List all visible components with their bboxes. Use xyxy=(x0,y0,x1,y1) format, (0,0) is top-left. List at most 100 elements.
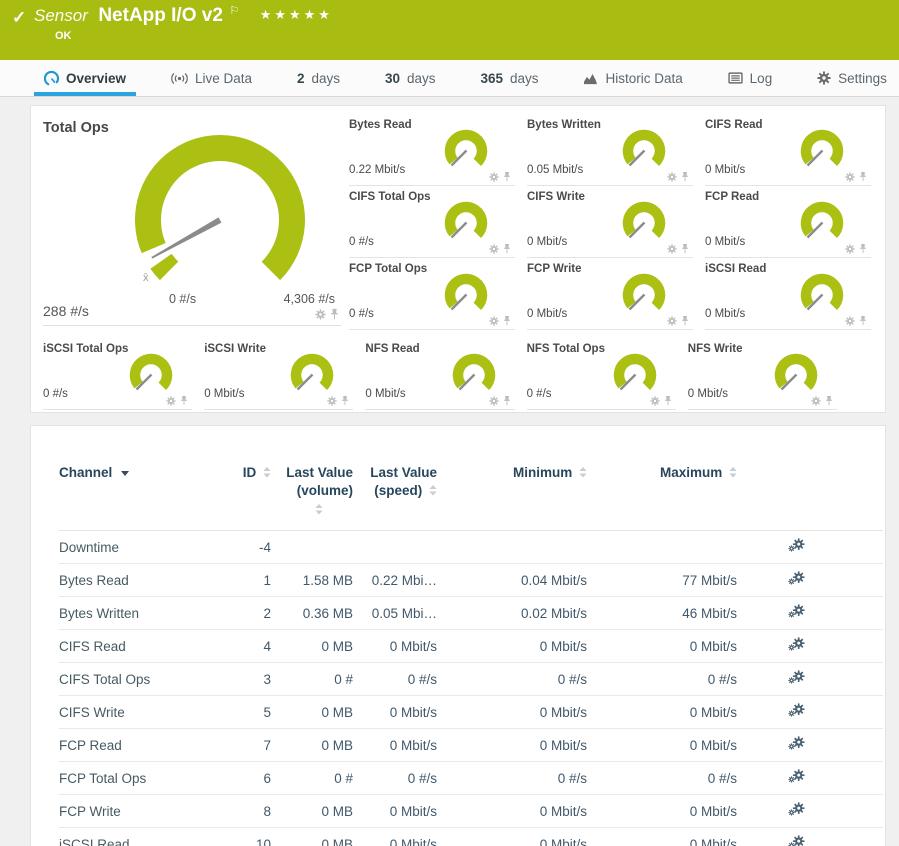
gauge-chart xyxy=(615,197,673,247)
col-header-id[interactable]: ID xyxy=(219,464,271,531)
minimum-value: 0 Mbit/s xyxy=(437,630,587,663)
gauge-tile: CIFS Total Ops 0 #/s xyxy=(349,186,515,258)
channel-settings-gears-icon[interactable] xyxy=(788,736,805,751)
gear-icon[interactable] xyxy=(489,396,499,406)
last-value-volume: 0 MB xyxy=(271,729,353,762)
gear-icon[interactable] xyxy=(327,396,337,406)
pin-icon[interactable] xyxy=(503,315,511,326)
channel-id: 5 xyxy=(219,696,271,729)
sort-desc-icon xyxy=(121,471,129,476)
gauge-tile: Bytes Read 0.22 Mbit/s xyxy=(349,114,515,186)
gear-icon[interactable] xyxy=(166,396,176,406)
col-header-maximum[interactable]: Maximum xyxy=(587,464,737,531)
channel-settings-gears-icon[interactable] xyxy=(788,835,805,846)
gear-icon[interactable] xyxy=(489,244,499,254)
channel-settings-gears-icon[interactable] xyxy=(788,538,805,553)
tab-30-days[interactable]: 30 days xyxy=(381,60,440,96)
channel-settings-gears-icon[interactable] xyxy=(788,769,805,784)
gauge-tile: NFS Total Ops 0 #/s xyxy=(527,338,676,410)
total-ops-gauge-chart: x̄ xyxy=(105,128,335,300)
gear-icon[interactable] xyxy=(811,396,821,406)
gear-icon[interactable] xyxy=(315,309,326,320)
tab-live-data[interactable]: Live Data xyxy=(167,60,256,96)
gear-icon[interactable] xyxy=(845,316,855,326)
pin-icon[interactable] xyxy=(341,395,349,406)
gauge-chart xyxy=(122,349,180,399)
maximum-value: 0 Mbit/s xyxy=(587,828,737,846)
pin-icon[interactable] xyxy=(681,315,689,326)
gear-icon[interactable] xyxy=(845,172,855,182)
channel-name: Bytes Written xyxy=(59,597,219,630)
flag-icon[interactable]: ⚐ xyxy=(229,5,239,17)
sort-icon xyxy=(315,504,323,515)
channel-settings-gears-icon[interactable] xyxy=(788,571,805,586)
channel-name: Downtime xyxy=(59,531,219,564)
gear-icon[interactable] xyxy=(667,316,677,326)
channel-name: FCP Read xyxy=(59,729,219,762)
tab-label: days xyxy=(311,71,340,86)
gear-icon[interactable] xyxy=(650,396,660,406)
channel-settings-gears-icon[interactable] xyxy=(788,802,805,817)
gear-icon[interactable] xyxy=(667,244,677,254)
col-label: Last Value (speed) xyxy=(370,465,437,498)
channel-settings-gears-icon[interactable] xyxy=(788,703,805,718)
gauge-tile: CIFS Read 0 Mbit/s xyxy=(705,114,871,186)
tab-settings[interactable]: Settings xyxy=(813,60,891,96)
channel-name: Bytes Read xyxy=(59,564,219,597)
pin-icon[interactable] xyxy=(859,315,867,326)
average-marker: x̄ xyxy=(143,272,149,284)
gear-icon[interactable] xyxy=(489,172,499,182)
last-value-speed: 0 Mbit/s xyxy=(353,828,437,846)
col-header-last-value-volume[interactable]: Last Value (volume) xyxy=(271,464,353,531)
maximum-value: 0 Mbit/s xyxy=(587,696,737,729)
minimum-value: 0.02 Mbit/s xyxy=(437,597,587,630)
gauge-chart xyxy=(793,125,851,175)
channel-id: 7 xyxy=(219,729,271,762)
pin-icon[interactable] xyxy=(681,171,689,182)
pin-icon[interactable] xyxy=(503,243,511,254)
gauge-value: 0.05 Mbit/s xyxy=(527,164,583,176)
col-header-last-value-speed[interactable]: Last Value (speed) xyxy=(353,464,437,531)
last-value-volume: 0.36 MB xyxy=(271,597,353,630)
pin-icon[interactable] xyxy=(681,243,689,254)
gauge-value: 0 #/s xyxy=(43,388,68,400)
gear-icon[interactable] xyxy=(845,244,855,254)
minimum-value: 0 Mbit/s xyxy=(437,795,587,828)
tab-historic-data[interactable]: Historic Data xyxy=(579,60,686,96)
pin-icon[interactable] xyxy=(859,171,867,182)
channel-id: 3 xyxy=(219,663,271,696)
gauge-value: 0 Mbit/s xyxy=(705,308,745,320)
channel-row: CIFS Total Ops 3 0 # 0 #/s 0 #/s 0 #/s xyxy=(59,663,883,696)
gauge-tile: NFS Read 0 Mbit/s xyxy=(365,338,514,410)
channel-settings-gears-icon[interactable] xyxy=(788,670,805,685)
last-value-speed: 0.05 Mbi… xyxy=(353,597,437,630)
channel-settings-gears-icon[interactable] xyxy=(788,604,805,619)
last-value-volume: 0 # xyxy=(271,663,353,696)
gauge-tile: FCP Total Ops 0 #/s xyxy=(349,258,515,330)
channel-table: Channel ID Last Value (volume) Last Valu… xyxy=(59,464,883,846)
gauge-chart xyxy=(793,269,851,319)
total-ops-gauge-tile: Total Ops x̄ 0 #/s 4,306 #/s 288 #/s xyxy=(43,114,341,326)
pin-icon[interactable] xyxy=(503,171,511,182)
pin-icon[interactable] xyxy=(503,395,511,406)
tab-2-days[interactable]: 2 days xyxy=(293,60,344,96)
pin-icon[interactable] xyxy=(825,395,833,406)
pin-icon[interactable] xyxy=(664,395,672,406)
gauge-chart xyxy=(283,349,341,399)
gear-icon[interactable] xyxy=(667,172,677,182)
gear-icon[interactable] xyxy=(489,316,499,326)
channel-settings-gears-icon[interactable] xyxy=(788,637,805,652)
tab-365-days[interactable]: 365 days xyxy=(476,60,542,96)
tab-log[interactable]: Log xyxy=(724,60,777,96)
col-header-minimum[interactable]: Minimum xyxy=(437,464,587,531)
priority-stars[interactable]: ★★★★★ xyxy=(260,7,333,22)
tile-actions xyxy=(315,308,339,320)
sort-icon xyxy=(263,467,271,478)
gauge-tile: CIFS Write 0 Mbit/s xyxy=(527,186,693,258)
tab-overview[interactable]: Overview xyxy=(40,60,130,96)
minimum-value xyxy=(437,531,587,564)
pin-icon[interactable] xyxy=(330,308,339,320)
pin-icon[interactable] xyxy=(180,395,188,406)
col-header-channel[interactable]: Channel xyxy=(59,464,219,531)
pin-icon[interactable] xyxy=(859,243,867,254)
